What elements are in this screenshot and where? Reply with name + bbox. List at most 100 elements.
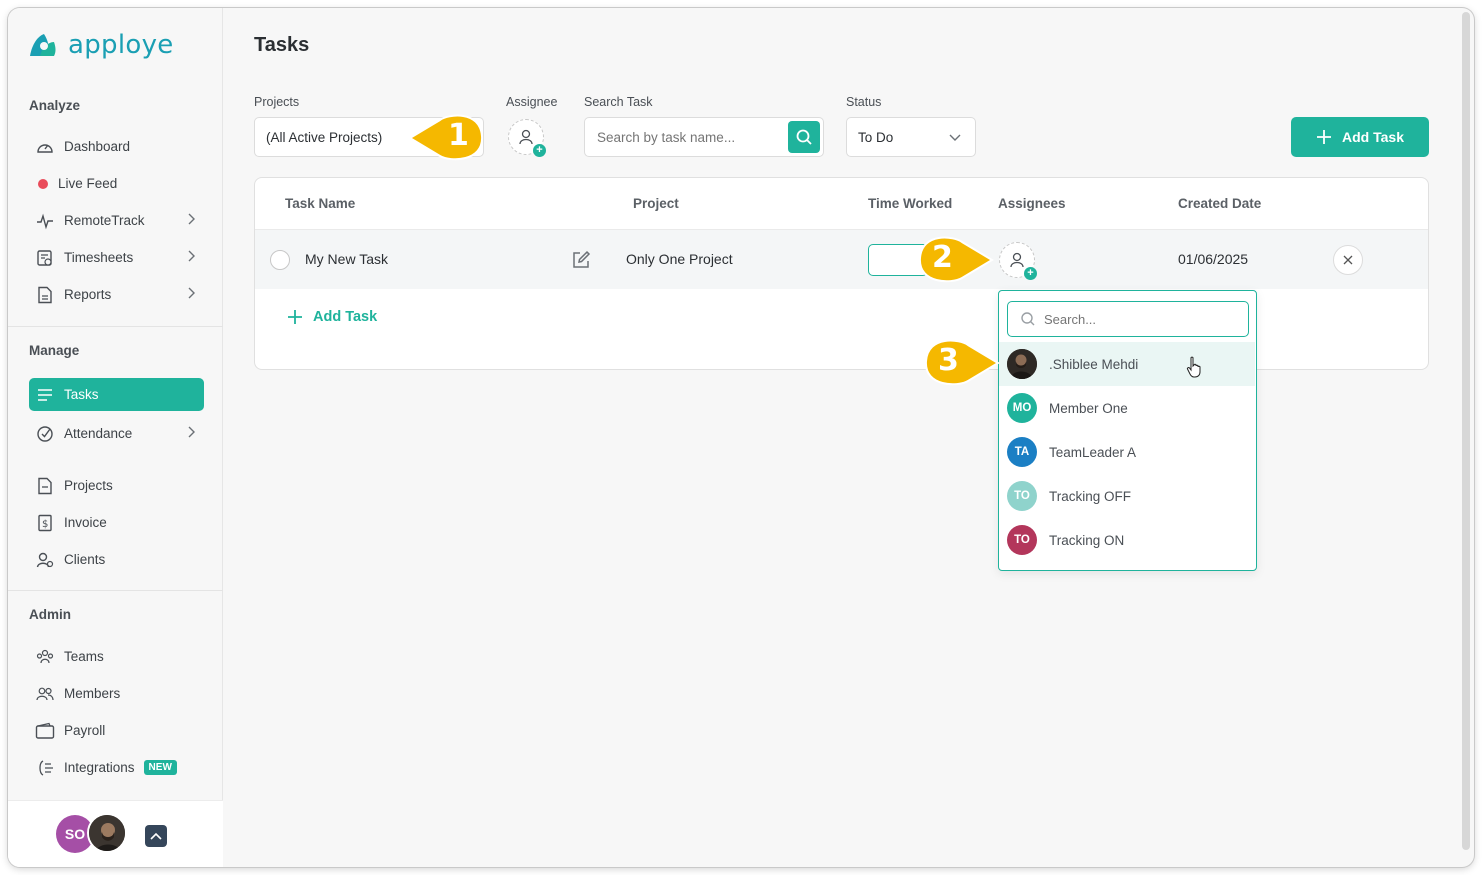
list-icon [35, 385, 55, 405]
search-task-input[interactable] [597, 129, 787, 145]
delete-task-button[interactable] [1333, 245, 1363, 275]
wallet-icon [35, 721, 55, 741]
projects-filter-label: Projects [254, 95, 300, 109]
assignee-filter-button[interactable]: + [508, 119, 546, 157]
sidebar-item-projects[interactable]: Projects [29, 469, 204, 502]
sidebar-item-label: Payroll [64, 723, 106, 738]
chevron-right-icon [186, 212, 196, 229]
assignee-search-input[interactable] [1044, 311, 1234, 327]
sidebar-item-members[interactable]: Members [29, 677, 204, 710]
sidebar-item-reports[interactable]: Reports [29, 278, 204, 311]
invoice-icon: $ [35, 513, 55, 533]
callout-number: 1 [448, 118, 469, 153]
collapse-up-button[interactable] [145, 825, 167, 847]
teams-icon [35, 647, 55, 667]
sidebar-item-remotetrack[interactable]: RemoteTrack [29, 204, 204, 237]
integrations-icon [35, 758, 55, 778]
chevron-down-icon [949, 134, 961, 141]
sidebar-user-footer: SO [8, 800, 223, 867]
assignee-option-member-one[interactable]: MO Member One [999, 386, 1255, 430]
search-task-field[interactable] [584, 117, 824, 157]
timesheet-icon [35, 248, 55, 268]
sidebar-item-label: Reports [64, 287, 112, 302]
member-name: Tracking OFF [1049, 488, 1132, 504]
table-row: My New Task Only One Project + 01/06/202… [255, 229, 1428, 289]
vertical-scrollbar[interactable] [1462, 12, 1470, 850]
chevron-up-icon [150, 832, 162, 840]
search-icon [1021, 312, 1035, 326]
projects-filter-value: (All Active Projects) [266, 129, 383, 145]
avatar-initials: MO [1012, 402, 1032, 414]
member-name: TeamLeader A [1049, 444, 1137, 460]
project-cell: Only One Project [626, 251, 733, 267]
sidebar-item-integrations[interactable]: Integrations NEW [29, 751, 219, 784]
pulse-icon [35, 211, 55, 231]
row-assignee-button[interactable]: + [999, 242, 1037, 280]
search-icon [796, 129, 812, 145]
sidebar-item-label: RemoteTrack [64, 213, 145, 228]
edit-task-button[interactable] [571, 250, 591, 275]
sidebar-item-label: Tasks [64, 387, 99, 402]
member-name: Member One [1049, 400, 1128, 416]
sidebar-item-dashboard[interactable]: Dashboard [29, 130, 204, 163]
section-analyze: Analyze [29, 98, 81, 113]
plus-icon: + [533, 144, 546, 157]
sidebar-divider [8, 590, 223, 591]
add-task-button-label: Add Task [1342, 129, 1404, 145]
chevron-right-icon [186, 249, 196, 266]
sidebar-divider [8, 326, 223, 327]
user-photo-icon [89, 815, 125, 851]
search-button[interactable] [788, 121, 820, 153]
header-assignees: Assignees [998, 196, 1066, 211]
sidebar-item-clients[interactable]: Clients [29, 543, 204, 576]
sidebar-item-live-feed[interactable]: Live Feed [29, 167, 204, 200]
created-date-cell: 01/06/2025 [1178, 251, 1249, 267]
user-add-icon [1010, 252, 1024, 268]
sidebar-item-label: Members [64, 686, 121, 701]
apploye-logo-icon [30, 34, 56, 56]
member-name: Tracking ON [1049, 532, 1125, 548]
plus-icon: + [1024, 267, 1037, 280]
status-filter-select[interactable]: To Do [846, 117, 976, 157]
sidebar-item-tasks[interactable]: Tasks [29, 378, 204, 411]
callout-arrow-shape [924, 339, 1000, 386]
callout-arrow-shape [918, 236, 994, 283]
client-icon [35, 550, 55, 570]
sidebar-item-attendance[interactable]: Attendance [29, 417, 204, 450]
header-project: Project [633, 196, 679, 211]
member-name: .Shiblee Mehdi [1049, 356, 1139, 372]
task-complete-checkbox[interactable] [270, 250, 290, 270]
add-task-button[interactable]: Add Task [1291, 117, 1429, 157]
hand-pointer-cursor-icon [1186, 356, 1201, 378]
user-photo-icon [1007, 349, 1037, 379]
sidebar-item-invoice[interactable]: $ Invoice [29, 506, 204, 539]
assignee-option-shiblee-mehdi[interactable]: .Shiblee Mehdi [999, 342, 1255, 386]
callout-marker-1: 1 [406, 110, 486, 171]
sidebar-item-timesheets[interactable]: Timesheets [29, 241, 204, 274]
sidebar-item-label: Live Feed [58, 176, 118, 191]
assignee-option-teamleader-a[interactable]: TA TeamLeader A [999, 430, 1255, 474]
apploye-logo[interactable]: apploye [28, 30, 174, 60]
assignee-search-field[interactable] [1007, 301, 1249, 337]
dashboard-gauge-icon [35, 137, 55, 157]
callout-arrow-shape [408, 114, 484, 161]
attendance-icon [35, 424, 55, 444]
sidebar-item-payroll[interactable]: Payroll [29, 714, 204, 747]
member-avatar: TO [1007, 481, 1037, 511]
avatar-initials: TO [1014, 534, 1030, 546]
edit-icon [573, 250, 591, 268]
app-window: apploye Analyze Dashboard Live Feed Remo… [8, 8, 1474, 867]
assignee-option-tracking-off[interactable]: TO Tracking OFF [999, 474, 1255, 518]
plus-icon [1317, 130, 1331, 144]
assignee-option-tracking-on[interactable]: TO Tracking ON [999, 518, 1255, 562]
new-badge: NEW [143, 760, 177, 775]
user-avatar[interactable] [87, 813, 127, 853]
sidebar-item-teams[interactable]: Teams [29, 640, 204, 673]
sidebar-item-label: Timesheets [64, 250, 134, 265]
page-title: Tasks [254, 34, 310, 56]
section-manage: Manage [29, 343, 80, 358]
task-name-cell[interactable]: My New Task [305, 251, 388, 267]
add-task-link[interactable]: Add Task [287, 309, 377, 325]
callout-marker-2: 2 [912, 232, 996, 293]
project-icon [35, 476, 55, 496]
